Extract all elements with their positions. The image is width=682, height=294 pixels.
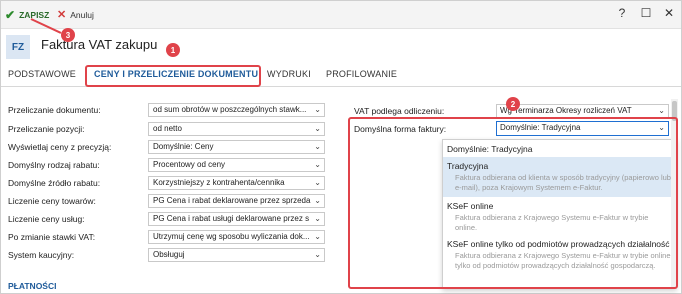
field-label: Przeliczanie dokumentu: [8,105,101,115]
select-value: Obsługuj [153,250,185,259]
platnosci-section-title: PŁATNOŚCI [8,281,57,291]
liczenie-ceny-towarow-select[interactable]: PG Cena i rabat deklarowane przez sprzed… [148,194,325,208]
annotation-step-1: 1 [166,43,180,57]
select-value: Utrzymuj cenę wg sposobu wyliczania dok.… [153,232,310,241]
chevron-down-icon: ⌄ [314,232,321,241]
system-kaucyjny-select[interactable]: Obsługuj ⌄ [148,248,325,262]
liczenie-ceny-uslug-select[interactable]: PG Cena i rabat usługi deklarowane przez… [148,212,325,226]
chevron-down-icon: ⌄ [658,106,665,115]
select-value: PG Cena i rabat usługi deklarowane przez… [153,214,310,223]
przeliczanie-dokumentu-select[interactable]: od sum obrotów w poszczególnych stawk...… [148,103,325,117]
chevron-down-icon: ⌄ [314,160,321,169]
rodzaj-rabatu-select[interactable]: Procentowy od ceny ⌄ [148,158,325,172]
field-label: System kaucyjny: [8,250,75,260]
chevron-down-icon: ⌄ [314,124,321,133]
chevron-down-icon: ⌄ [314,214,321,223]
maximize-button[interactable]: ☐ [637,6,655,20]
page-title: Faktura VAT zakupu [41,37,158,52]
field-label: Liczenie ceny towarów: [8,196,96,206]
tab-wydruki[interactable]: WYDRUKI [267,69,311,79]
field-label: VAT podlega odliczeniu: [354,106,445,116]
document-type-badge: FZ [6,35,30,59]
zmiana-stawki-vat-select[interactable]: Utrzymuj cenę wg sposobu wyliczania dok.… [148,230,325,244]
annotation-highlight-tab [85,65,261,87]
field-label: Wyświetlaj ceny z precyzją: [8,142,112,152]
select-value: od sum obrotów w poszczególnych stawk... [153,105,307,114]
chevron-down-icon: ⌄ [314,105,321,114]
annotation-step-2: 2 [506,97,520,111]
chevron-down-icon: ⌄ [314,178,321,187]
field-label: Domyślne źródło rabatu: [8,178,101,188]
select-value: PG Cena i rabat deklarowane przez sprzed… [153,196,311,205]
field-label: Domyślny rodzaj rabatu: [8,160,100,170]
select-value: Domyślnie: Ceny [153,142,214,151]
select-value: Korzystniejszy z kontrahenta/cennika [153,178,285,187]
close-window-button[interactable]: ✕ [660,6,678,20]
zrodlo-rabatu-select[interactable]: Korzystniejszy z kontrahenta/cennika ⌄ [148,176,325,190]
chevron-down-icon: ⌄ [314,250,321,259]
select-value: Procentowy od ceny [153,160,226,169]
tab-profilowanie[interactable]: PROFILOWANIE [326,69,397,79]
annotation-step-3: 3 [61,28,75,42]
close-x-icon: ✕ [57,8,67,21]
field-label: Przeliczanie pozycji: [8,124,85,134]
select-value: Wg Terminarza Okresy rozliczeń VAT [500,106,632,115]
chevron-down-icon: ⌄ [314,142,321,151]
annotation-highlight-dropdown [348,117,678,289]
field-label: Po zmianie stawki VAT: [8,232,96,242]
przeliczanie-pozycji-select[interactable]: od netto ⌄ [148,122,325,136]
toolbar: ✔ ZAPISZ ✕ Anuluj ? ☐ ✕ [1,1,681,29]
chevron-down-icon: ⌄ [314,196,321,205]
document-window: ✔ ZAPISZ ✕ Anuluj ? ☐ ✕ FZ Faktura VAT z… [0,0,682,294]
save-button[interactable]: ✔ ZAPISZ [5,7,49,23]
precyzja-select[interactable]: Domyślnie: Ceny ⌄ [148,140,325,154]
cancel-button[interactable]: ✕ Anuluj [57,7,94,23]
tab-podstawowe[interactable]: PODSTAWOWE [8,69,76,79]
field-label: Liczenie ceny usług: [8,214,85,224]
select-value: od netto [153,124,182,133]
help-button[interactable]: ? [613,6,631,20]
cancel-label: Anuluj [70,10,94,20]
checkmark-icon: ✔ [5,8,16,22]
